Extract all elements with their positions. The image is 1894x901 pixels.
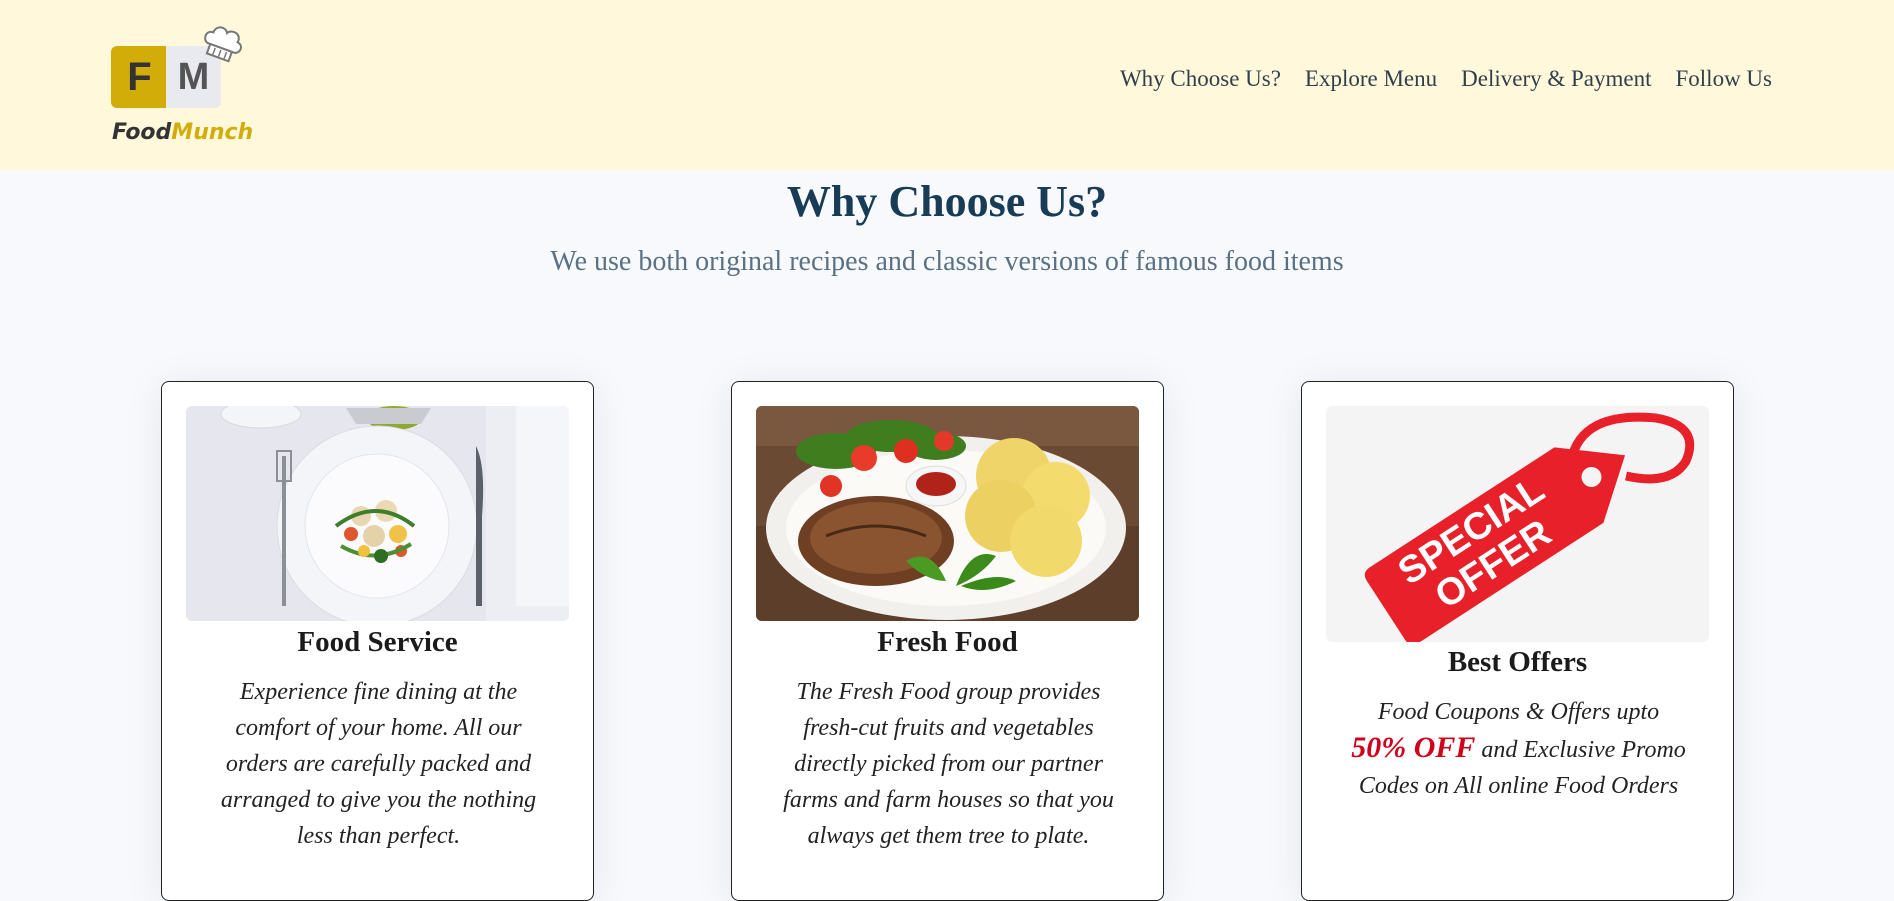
logo-letter-f: F <box>111 46 166 108</box>
section-title: Why Choose Us? <box>786 177 1108 226</box>
logo-word-food: Food <box>112 120 172 145</box>
logo-word-munch: Munch <box>171 120 254 145</box>
card-title-best-offers: Best Offers <box>1447 646 1588 678</box>
nav-links: Why Choose Us? Explore Menu Delivery & P… <box>1120 66 1772 92</box>
foodmunch-logo[interactable]: F M FoodMunch <box>108 20 253 155</box>
food-service-image <box>186 406 569 621</box>
nav-link-delivery-payment[interactable]: Delivery & Payment <box>1461 66 1651 92</box>
chef-hat-icon <box>204 26 242 63</box>
card-text-fresh-food: The Fresh Food group provides fresh-cut … <box>783 679 1114 849</box>
card-best-offers: SPECIAL OFFER Best Offers Food Coupons &… <box>1301 381 1734 901</box>
card-text-food-service: Experience fine dining at the comfort of… <box>220 679 537 849</box>
nav-link-why-choose-us[interactable]: Why Choose Us? <box>1120 66 1281 92</box>
card-title-fresh-food: Fresh Food <box>877 626 1018 658</box>
card-text-best-offers: Food Coupons & Offers upto 50% OFF and E… <box>1347 694 1690 804</box>
offer-highlight: 50% OFF <box>1351 731 1476 764</box>
fresh-food-image <box>756 406 1139 621</box>
special-offer-image: SPECIAL OFFER <box>1326 406 1709 642</box>
nav-link-follow-us[interactable]: Follow Us <box>1676 66 1773 92</box>
card-title-food-service: Food Service <box>297 626 458 658</box>
section-subtitle: We use both original recipes and classic… <box>550 246 1344 277</box>
card-fresh-food: Fresh Food The Fresh Food group provides… <box>731 381 1164 901</box>
card-food-service: Food Service Experience fine dining at t… <box>161 381 594 901</box>
navbar: F M FoodMunch Why Choose Us? Explore Men… <box>0 0 1894 170</box>
nav-link-explore-menu[interactable]: Explore Menu <box>1305 66 1437 92</box>
offer-text-before: Food Coupons & Offers upto <box>1377 699 1660 725</box>
logo-wordmark: FoodMunch <box>112 120 253 145</box>
